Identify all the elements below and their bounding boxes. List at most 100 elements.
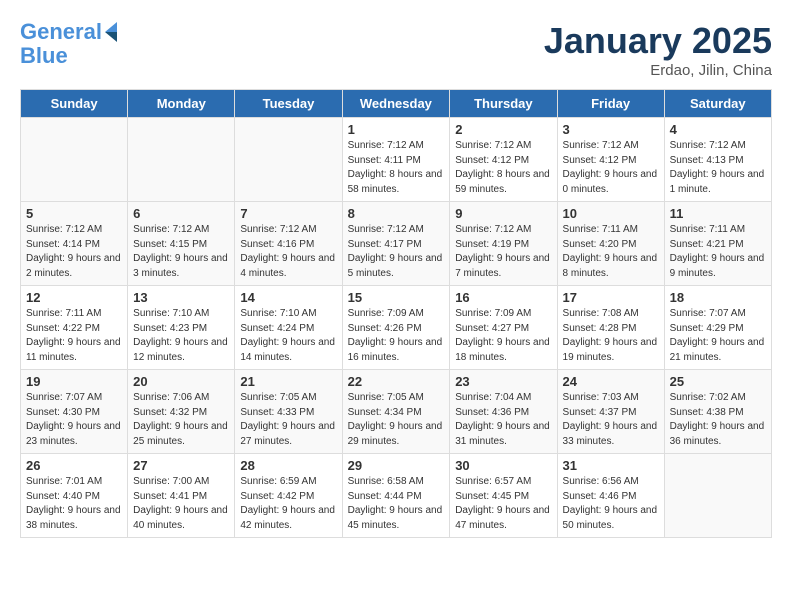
day-info: Sunrise: 7:02 AM Sunset: 4:38 PM Dayligh…	[670, 391, 766, 449]
calendar-week-5: 26 Sunrise: 7:01 AM Sunset: 4:40 PM Dayli…	[21, 454, 772, 538]
day-number: 27	[133, 458, 229, 473]
day-info: Sunrise: 7:10 AM Sunset: 4:23 PM Dayligh…	[133, 307, 229, 365]
day-info: Sunrise: 7:03 AM Sunset: 4:37 PM Dayligh…	[563, 391, 659, 449]
logo-text: General	[20, 20, 102, 44]
title-block: January 2025 Erdao, Jilin, China	[544, 20, 772, 79]
calendar-cell: 25 Sunrise: 7:02 AM Sunset: 4:38 PM Dayli…	[664, 370, 771, 454]
calendar-cell: 24 Sunrise: 7:03 AM Sunset: 4:37 PM Dayli…	[557, 370, 664, 454]
day-info: Sunrise: 7:11 AM Sunset: 4:20 PM Dayligh…	[563, 223, 659, 281]
day-number: 3	[563, 122, 659, 137]
col-header-friday: Friday	[557, 90, 664, 118]
calendar-cell: 22Sunrise: 7:05 AM Sunset: 4:34 PM Dayli…	[342, 370, 450, 454]
day-number: 18	[670, 290, 766, 305]
calendar-cell: 2 Sunrise: 7:12 AM Sunset: 4:12 PM Daylig…	[450, 118, 557, 202]
col-header-sunday: Sunday	[21, 90, 128, 118]
day-number: 16	[455, 290, 551, 305]
day-number: 8	[348, 206, 445, 221]
calendar-cell: 17 Sunrise: 7:08 AM Sunset: 4:28 PM Dayli…	[557, 286, 664, 370]
calendar-cell: 4 Sunrise: 7:12 AM Sunset: 4:13 PM Daylig…	[664, 118, 771, 202]
calendar-cell: 12 Sunrise: 7:11 AM Sunset: 4:22 PM Dayli…	[21, 286, 128, 370]
calendar-cell: 7 Sunrise: 7:12 AM Sunset: 4:16 PM Daylig…	[235, 202, 342, 286]
col-header-monday: Monday	[128, 90, 235, 118]
calendar-cell: 14 Sunrise: 7:10 AM Sunset: 4:24 PM Dayli…	[235, 286, 342, 370]
day-info: Sunrise: 7:05 AM Sunset: 4:34 PM Dayligh…	[348, 391, 445, 449]
day-info: Sunrise: 7:12 AM Sunset: 4:12 PM Dayligh…	[455, 139, 551, 197]
day-number: 24	[563, 374, 659, 389]
day-info: Sunrise: 6:59 AM Sunset: 4:42 PM Dayligh…	[240, 475, 336, 533]
day-number: 20	[133, 374, 229, 389]
day-number: 31	[563, 458, 659, 473]
calendar-cell	[128, 118, 235, 202]
calendar-cell: 10 Sunrise: 7:11 AM Sunset: 4:20 PM Dayli…	[557, 202, 664, 286]
day-info: Sunrise: 6:58 AM Sunset: 4:44 PM Dayligh…	[348, 475, 445, 533]
day-number: 15	[348, 290, 445, 305]
day-number: 23	[455, 374, 551, 389]
calendar-cell: 29Sunrise: 6:58 AM Sunset: 4:44 PM Dayli…	[342, 454, 450, 538]
month-title: January 2025	[544, 20, 772, 62]
day-number: 17	[563, 290, 659, 305]
day-info: Sunrise: 7:09 AM Sunset: 4:26 PM Dayligh…	[348, 307, 445, 365]
calendar-cell: 15 Sunrise: 7:09 AM Sunset: 4:26 PM Dayli…	[342, 286, 450, 370]
day-info: Sunrise: 7:12 AM Sunset: 4:12 PM Dayligh…	[563, 139, 659, 197]
logo: General Blue	[20, 20, 117, 68]
calendar-cell: 11 Sunrise: 7:11 AM Sunset: 4:21 PM Dayli…	[664, 202, 771, 286]
day-number: 19	[26, 374, 122, 389]
calendar-cell: 27 Sunrise: 7:00 AM Sunset: 4:41 PM Dayli…	[128, 454, 235, 538]
calendar-body: 1 Sunrise: 7:12 AM Sunset: 4:11 PM Daylig…	[21, 118, 772, 538]
calendar-cell: 5Sunrise: 7:12 AM Sunset: 4:14 PM Daylig…	[21, 202, 128, 286]
day-number: 12	[26, 290, 122, 305]
calendar-cell: 1 Sunrise: 7:12 AM Sunset: 4:11 PM Daylig…	[342, 118, 450, 202]
day-number: 11	[670, 206, 766, 221]
day-info: Sunrise: 7:10 AM Sunset: 4:24 PM Dayligh…	[240, 307, 336, 365]
col-header-wednesday: Wednesday	[342, 90, 450, 118]
calendar-table: SundayMondayTuesdayWednesdayThursdayFrid…	[20, 89, 772, 538]
page-header: General Blue January 2025 Erdao, Jilin, …	[20, 20, 772, 79]
day-info: Sunrise: 7:00 AM Sunset: 4:41 PM Dayligh…	[133, 475, 229, 533]
calendar-cell: 21Sunrise: 7:05 AM Sunset: 4:33 PM Dayli…	[235, 370, 342, 454]
day-number: 2	[455, 122, 551, 137]
day-number: 9	[455, 206, 551, 221]
calendar-cell: 19Sunrise: 7:07 AM Sunset: 4:30 PM Dayli…	[21, 370, 128, 454]
calendar-week-3: 12 Sunrise: 7:11 AM Sunset: 4:22 PM Dayli…	[21, 286, 772, 370]
calendar-cell: 13 Sunrise: 7:10 AM Sunset: 4:23 PM Dayli…	[128, 286, 235, 370]
day-info: Sunrise: 7:04 AM Sunset: 4:36 PM Dayligh…	[455, 391, 551, 449]
calendar-cell: 16 Sunrise: 7:09 AM Sunset: 4:27 PM Dayli…	[450, 286, 557, 370]
day-info: Sunrise: 7:11 AM Sunset: 4:21 PM Dayligh…	[670, 223, 766, 281]
day-number: 28	[240, 458, 336, 473]
day-info: Sunrise: 7:12 AM Sunset: 4:13 PM Dayligh…	[670, 139, 766, 197]
day-info: Sunrise: 7:01 AM Sunset: 4:40 PM Dayligh…	[26, 475, 122, 533]
day-number: 7	[240, 206, 336, 221]
day-number: 30	[455, 458, 551, 473]
day-info: Sunrise: 7:09 AM Sunset: 4:27 PM Dayligh…	[455, 307, 551, 365]
day-number: 4	[670, 122, 766, 137]
day-number: 10	[563, 206, 659, 221]
col-header-thursday: Thursday	[450, 90, 557, 118]
col-header-saturday: Saturday	[664, 90, 771, 118]
calendar-cell: 26 Sunrise: 7:01 AM Sunset: 4:40 PM Dayli…	[21, 454, 128, 538]
calendar-cell	[235, 118, 342, 202]
day-number: 14	[240, 290, 336, 305]
day-info: Sunrise: 7:12 AM Sunset: 4:16 PM Dayligh…	[240, 223, 336, 281]
calendar-cell	[664, 454, 771, 538]
day-number: 6	[133, 206, 229, 221]
calendar-header-row: SundayMondayTuesdayWednesdayThursdayFrid…	[21, 90, 772, 118]
calendar-cell: 31Sunrise: 6:56 AM Sunset: 4:46 PM Dayli…	[557, 454, 664, 538]
day-info: Sunrise: 7:05 AM Sunset: 4:33 PM Dayligh…	[240, 391, 336, 449]
day-number: 26	[26, 458, 122, 473]
location: Erdao, Jilin, China	[544, 62, 772, 79]
day-info: Sunrise: 7:06 AM Sunset: 4:32 PM Dayligh…	[133, 391, 229, 449]
calendar-cell: 9Sunrise: 7:12 AM Sunset: 4:19 PM Daylig…	[450, 202, 557, 286]
day-number: 25	[670, 374, 766, 389]
calendar-cell	[21, 118, 128, 202]
day-number: 1	[348, 122, 445, 137]
calendar-cell: 23 Sunrise: 7:04 AM Sunset: 4:36 PM Dayli…	[450, 370, 557, 454]
day-info: Sunrise: 7:08 AM Sunset: 4:28 PM Dayligh…	[563, 307, 659, 365]
day-info: Sunrise: 7:12 AM Sunset: 4:11 PM Dayligh…	[348, 139, 445, 197]
calendar-cell: 30Sunrise: 6:57 AM Sunset: 4:45 PM Dayli…	[450, 454, 557, 538]
calendar-cell: 6Sunrise: 7:12 AM Sunset: 4:15 PM Daylig…	[128, 202, 235, 286]
day-info: Sunrise: 7:11 AM Sunset: 4:22 PM Dayligh…	[26, 307, 122, 365]
calendar-cell: 8Sunrise: 7:12 AM Sunset: 4:17 PM Daylig…	[342, 202, 450, 286]
calendar-week-4: 19Sunrise: 7:07 AM Sunset: 4:30 PM Dayli…	[21, 370, 772, 454]
day-number: 13	[133, 290, 229, 305]
calendar-cell: 3 Sunrise: 7:12 AM Sunset: 4:12 PM Daylig…	[557, 118, 664, 202]
